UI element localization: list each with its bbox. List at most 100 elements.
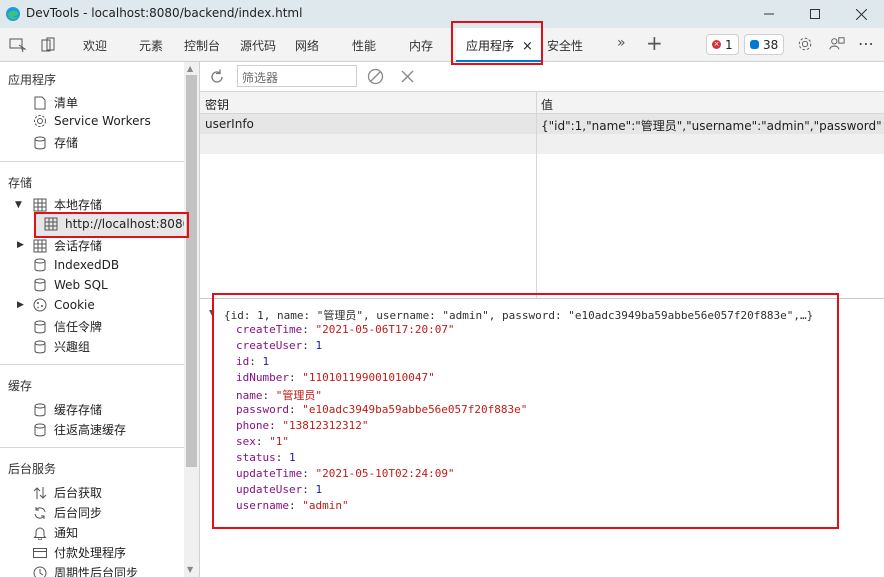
clear-all-icon[interactable] [367,68,384,85]
sidebar-item-label: 信任令牌 [54,320,103,334]
error-icon: × [712,40,721,49]
feedback-icon[interactable] [828,36,846,52]
property-separator: : [288,499,303,512]
sidebar-item-label: 后台获取 [54,486,103,500]
object-summary[interactable]: {id: 1, name: "管理员", username: "admin", … [224,307,813,323]
property-key: name [236,389,263,402]
property-key: password [236,403,289,416]
close-window-button[interactable] [838,0,884,28]
message-icon [750,40,759,49]
sidebar-item-service-workers[interactable]: Service Workers [33,114,151,128]
message-count-badge[interactable]: 38 [744,34,785,55]
expanded-arrow-icon[interactable]: ▼ [15,200,25,210]
tab-performance[interactable]: 性能 [352,37,376,54]
sidebar-item-trust-tokens[interactable]: 信任令牌 [33,318,102,335]
table-row[interactable]: userInfo {"id":1,"name":"管理员","username"… [200,114,884,134]
sidebar-item-label: 本地存储 [54,198,103,212]
property-separator: : [302,339,316,352]
tab-memory[interactable]: 内存 [409,37,433,54]
devtools-tab-bar: 欢迎 元素 控制台 源代码 网络 性能 内存 应用程序 × 安全性 » + × 1… [0,28,884,62]
property-password[interactable]: password: "e10adc3949ba59abbe56e057f20f8… [236,403,527,416]
bell-icon [33,526,47,540]
minimize-button[interactable] [746,0,792,28]
scroll-down-arrow-icon[interactable]: ▼ [187,565,193,574]
row-key[interactable]: userInfo [205,117,530,131]
property-key: updateTime [236,467,303,480]
table-row-empty[interactable] [200,134,884,154]
property-sex[interactable]: sex: "1" [236,435,289,448]
sidebar-item-label: 通知 [54,526,79,540]
refresh-icon[interactable] [208,68,226,86]
sidebar-item-storage-overview[interactable]: 存储 [33,134,78,151]
section-application: 应用程序 [8,73,57,87]
collapsed-arrow-icon[interactable]: ▶ [17,300,27,310]
property-createUser[interactable]: createUser: 1 [236,339,322,352]
column-header-key[interactable]: 密钥 [205,96,229,113]
property-separator: : [262,389,276,402]
sidebar-item-label: IndexedDB [54,258,120,272]
collapsed-arrow-icon[interactable]: ▶ [17,240,27,250]
property-name[interactable]: name: "管理员" [236,387,322,403]
row-value[interactable]: {"id":1,"name":"管理员","username":"admin",… [541,117,881,134]
sidebar-item-cookie[interactable]: Cookie [33,298,95,312]
sidebar-item-cache-storage[interactable]: 缓存存储 [33,401,102,418]
sidebar-item-periodic-background-sync[interactable]: 周期性后台同步 [33,564,138,577]
tab-security[interactable]: 安全性 [547,37,583,54]
property-separator: : [275,451,289,464]
sync-icon [33,506,47,520]
tab-elements[interactable]: 元素 [139,37,163,54]
sidebar-scroll-thumb[interactable] [186,75,197,467]
database-icon [33,320,47,334]
tab-console[interactable]: 控制台 [184,37,220,54]
device-emulation-icon[interactable] [40,37,58,53]
tab-application[interactable]: 应用程序 × [456,28,543,62]
sidebar-item-notifications[interactable]: 通知 [33,524,78,541]
column-header-value[interactable]: 值 [541,96,553,113]
property-id[interactable]: id: 1 [236,355,269,368]
window-title: DevTools - localhost:8080/backend/index.… [26,6,303,20]
tab-network[interactable]: 网络 [295,37,319,54]
section-cache: 缓存 [8,379,33,393]
property-phone[interactable]: phone: "13812312312" [236,419,368,432]
property-key: phone [236,419,270,432]
property-value: "管理员" [275,389,322,402]
add-tab-icon[interactable]: + [646,31,663,55]
property-createTime[interactable]: createTime: "2021-05-06T17:20:07" [236,323,455,336]
collapse-arrow-icon[interactable]: ▼ [209,308,214,318]
property-updateTime[interactable]: updateTime: "2021-05-10T02:24:09" [236,467,455,480]
column-divider[interactable] [536,92,537,299]
sidebar-item-background-fetch[interactable]: 后台获取 [33,484,102,501]
settings-gear-icon[interactable] [796,36,814,52]
more-tabs-icon[interactable]: » [617,35,626,51]
property-separator: : [288,371,303,384]
sidebar-item-interest-groups[interactable]: 兴趣组 [33,338,90,355]
sidebar-item-manifest[interactable]: 清单 [33,94,78,111]
error-count-badge[interactable]: × 1 [706,34,739,55]
sidebar-item-background-sync[interactable]: 后台同步 [33,504,102,521]
inspect-element-icon[interactable] [9,37,27,53]
property-key: sex [236,435,256,448]
filter-input[interactable]: 筛选器 [237,65,357,87]
delete-selected-icon[interactable] [401,70,414,83]
more-options-icon[interactable]: ⋯ [858,34,874,53]
property-idNumber[interactable]: idNumber: "110101199001010047" [236,371,435,384]
property-updateUser[interactable]: updateUser: 1 [236,483,322,496]
sidebar-item-payment-handler[interactable]: 付款处理程序 [33,544,126,561]
tab-welcome[interactable]: 欢迎 [83,37,107,54]
close-tab-icon[interactable]: × [522,39,533,54]
sidebar-item-session-storage[interactable]: 会话存储 [33,237,102,254]
property-value: 1 [289,451,296,464]
sidebar-item-web-sql[interactable]: Web SQL [33,278,108,292]
sidebar-item-indexeddb[interactable]: IndexedDB [33,258,119,272]
property-status[interactable]: status: 1 [236,451,296,464]
maximize-button[interactable] [792,0,838,28]
tab-sources[interactable]: 源代码 [240,37,276,54]
sidebar-item-back-forward-cache[interactable]: 往返高速缓存 [33,421,126,438]
sidebar-item-local-storage[interactable]: 本地存储 [33,196,102,213]
title-bar: DevTools - localhost:8080/backend/index.… [0,0,884,28]
scroll-up-arrow-icon[interactable]: ▲ [187,64,193,73]
property-value: 1 [315,483,323,496]
property-username[interactable]: username: "admin" [236,499,349,512]
sidebar-item-label: 清单 [54,96,79,110]
sidebar-item-localhost-8080[interactable]: http://localhost:8080 [44,217,184,231]
